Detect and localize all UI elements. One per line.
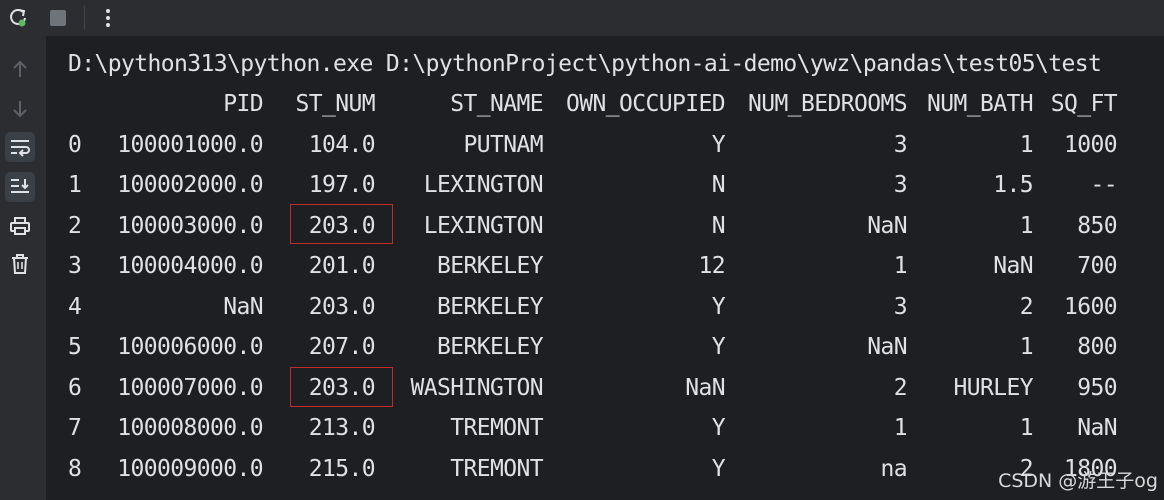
table-cell: 1000	[1064, 131, 1118, 158]
row-index: 7	[68, 415, 82, 441]
table-cell: 100006000.0	[117, 334, 263, 360]
column-header: OWN_OCCUPIED	[566, 91, 726, 117]
table-cell: TREMONT	[450, 415, 543, 441]
table-cell: 203.0	[308, 293, 376, 320]
column-header: ST_NAME	[450, 91, 543, 117]
table-cell: 2	[1019, 293, 1034, 320]
run-toolbar	[0, 0, 1164, 36]
table-cell: HURLEY	[953, 374, 1034, 401]
table-cell: 850	[1077, 212, 1117, 239]
table-cell: 3	[893, 131, 908, 158]
table-cell: 100001000.0	[117, 131, 263, 158]
table-cell: 215.0	[308, 455, 376, 482]
table-cell: TREMONT	[450, 455, 543, 482]
table-cell: Y	[711, 131, 726, 158]
table-cell: NaN	[1077, 415, 1117, 441]
row-index: 2	[68, 212, 82, 239]
table-cell: 100002000.0	[117, 172, 263, 198]
table-cell: 100007000.0	[117, 374, 263, 401]
row-index: 1	[68, 172, 82, 198]
scroll-to-end-icon[interactable]	[5, 172, 35, 202]
column-header: NUM_BEDROOMS	[748, 91, 908, 117]
table-cell: WASHINGTON	[410, 374, 544, 401]
table-cell: 100004000.0	[117, 253, 263, 279]
table-cell: 1	[1019, 212, 1034, 239]
table-cell: Y	[711, 293, 726, 320]
table-cell: NaN	[867, 334, 907, 360]
table-cell: NaN	[223, 293, 263, 320]
column-header: PID	[223, 91, 263, 117]
table-cell: 1	[1019, 131, 1034, 158]
table-cell: 3	[893, 293, 908, 320]
table-cell: 1	[893, 415, 908, 441]
table-cell: Y	[711, 334, 726, 360]
table-cell: LEXINGTON	[423, 172, 544, 198]
table-cell: 207.0	[308, 334, 376, 360]
table-cell: 201.0	[308, 253, 376, 279]
table-cell: 1.5	[993, 172, 1033, 198]
table-cell: 1	[1019, 334, 1034, 360]
clear-icon[interactable]	[5, 249, 35, 279]
row-index: 4	[68, 293, 82, 320]
toolbar-separator	[84, 6, 85, 30]
table-cell: NaN	[867, 212, 907, 239]
table-cell: 100003000.0	[117, 212, 263, 239]
column-header: ST_NUM	[295, 91, 376, 117]
row-index: 8	[68, 455, 82, 482]
row-index: 3	[68, 253, 82, 279]
table-cell: na	[880, 455, 908, 482]
table-cell: 2	[893, 374, 908, 401]
more-options-icon[interactable]	[96, 6, 120, 30]
table-cell: N	[711, 212, 726, 239]
rerun-icon[interactable]	[6, 6, 30, 30]
table-cell: LEXINGTON	[423, 212, 544, 239]
row-index: 5	[68, 334, 82, 360]
table-cell: 213.0	[308, 415, 376, 441]
table-cell: 1	[1019, 415, 1034, 441]
table-cell: 100009000.0	[117, 455, 263, 482]
table-cell: BERKELEY	[437, 253, 544, 279]
table-cell: 1600	[1064, 293, 1118, 320]
table-cell: 100008000.0	[117, 415, 263, 441]
table-cell: --	[1090, 172, 1118, 198]
table-cell: N	[711, 172, 726, 198]
table-cell: PUTNAM	[463, 131, 544, 158]
table-cell: 1	[893, 253, 908, 279]
scroll-down-icon[interactable]	[5, 94, 35, 124]
stop-icon[interactable]	[46, 6, 70, 30]
table-cell: BERKELEY	[437, 293, 544, 320]
command-line: D:\python313\python.exe D:\pythonProject…	[68, 51, 1102, 77]
console-output[interactable]: D:\python313\python.exe D:\pythonProject…	[46, 36, 1164, 500]
table-cell: Y	[711, 455, 726, 482]
table-cell: BERKELEY	[437, 334, 544, 360]
highlight-box-row-2	[290, 204, 393, 244]
highlight-box-row-6	[290, 367, 393, 407]
table-cell: NaN	[685, 374, 725, 401]
column-header: SQ_FT	[1050, 91, 1118, 117]
watermark: CSDN @游王子og	[998, 470, 1158, 492]
table-cell: 3	[893, 172, 908, 198]
table-cell: 700	[1077, 253, 1117, 279]
soft-wrap-icon[interactable]	[5, 132, 35, 162]
table-cell: 12	[698, 253, 726, 279]
table-cell: Y	[711, 415, 726, 441]
table-cell: 800	[1077, 334, 1117, 360]
console-sidebar	[0, 36, 46, 500]
table-cell: 197.0	[308, 172, 376, 198]
table-cell: 104.0	[308, 131, 376, 158]
print-icon[interactable]	[5, 211, 35, 241]
row-index: 0	[68, 131, 82, 158]
scroll-up-icon[interactable]	[5, 54, 35, 84]
table-cell: 950	[1077, 374, 1117, 401]
column-header: NUM_BATH	[927, 91, 1034, 117]
table-cell: NaN	[993, 253, 1033, 279]
row-index: 6	[68, 374, 82, 401]
